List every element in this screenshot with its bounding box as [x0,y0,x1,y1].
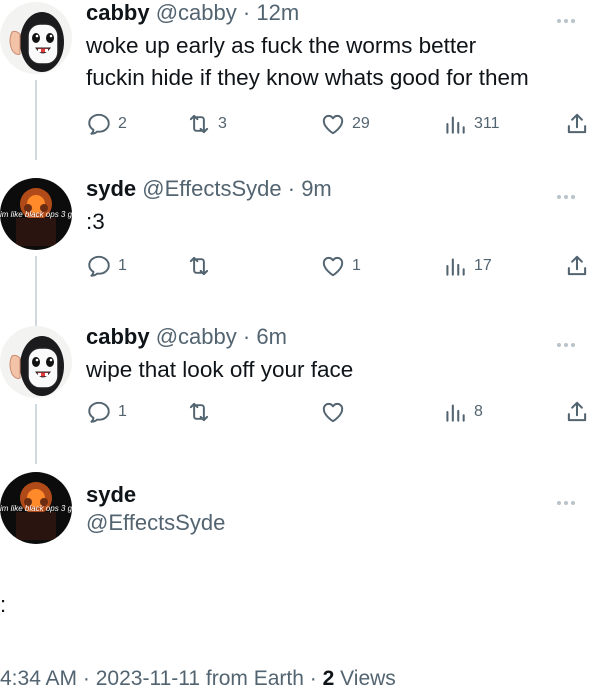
tweet-text-line-2: fuckin hide if they know whats good for … [86,65,529,90]
tweet-actions: 1 8 [86,398,593,426]
share-icon [564,253,590,279]
heart-icon [320,111,346,137]
main-tweet-author: im like black ops 3 guy syde @EffectsSyd… [0,466,593,556]
tweet-text-line-1: woke up early as fuck the worms better [86,33,477,58]
retweet-icon [186,253,212,279]
timestamp-source: from Earth [205,667,304,690]
tweet-text-line-1: :3 [86,209,105,234]
reply-button[interactable]: 2 [86,110,127,138]
views-total: 2 [322,667,335,690]
author-handle[interactable]: @cabby [156,0,237,25]
reply-icon [86,253,112,279]
reply-count: 1 [118,257,127,274]
tweet-actions: 2 3 29 311 [86,110,593,138]
author-handle[interactable]: @cabby [156,324,237,349]
share-button[interactable] [564,252,590,280]
views-bars-icon [442,111,468,137]
reply-icon [86,111,112,137]
thread-line [35,404,37,464]
share-icon [564,111,590,137]
share-button[interactable] [564,398,590,426]
avatar-caption: im like black ops 3 guy [0,210,81,219]
thread-line [35,256,37,326]
reply-button[interactable]: 1 [86,398,127,426]
tweet-timestamp: 4:34 AM · 2023-11-11 from Earth · 2 View… [0,667,396,690]
author-name[interactable]: cabby [86,324,150,349]
thread-line [35,80,37,160]
tweet-text-line-1: wipe that look off your face [86,357,354,382]
separator-dot: · [242,324,251,349]
more-options-icon[interactable] [557,334,583,347]
views-bars-icon [442,253,468,279]
views-count: 8 [474,403,483,420]
retweet-count: 3 [218,115,227,132]
more-options-icon[interactable] [557,492,583,505]
like-button[interactable]: 1 [320,252,361,280]
share-icon [564,399,590,425]
reply-count: 1 [118,403,127,420]
author-handle[interactable]: @EffectsSyde [142,176,281,201]
retweet-button[interactable] [186,398,212,426]
tweet-header: cabby @cabby · 12m [86,0,299,26]
avatar-caption: im like black ops 3 guy [0,504,81,513]
separator-dot: · [287,176,296,201]
tweet-1[interactable]: cabby @cabby · 12m woke up early as fuck… [0,0,593,160]
tweet-2[interactable]: im like black ops 3 guy syde @EffectsSyd… [0,170,593,326]
retweet-icon [186,399,212,425]
retweet-icon [186,111,212,137]
share-button[interactable] [564,110,590,138]
heart-icon [320,253,346,279]
views-count: 17 [474,257,492,274]
separator-dot: · [242,0,251,25]
views-button[interactable]: 311 [442,110,500,138]
heart-icon [320,399,346,425]
author-name[interactable]: syde [86,482,136,508]
tweet-time[interactable]: 6m [256,324,287,349]
cartoon-girl-avatar[interactable] [0,326,72,398]
like-button[interactable]: 29 [320,110,370,138]
timestamp-date[interactable]: 2023-11-11 [96,667,200,690]
tweet-time[interactable]: 12m [256,0,299,25]
more-options-icon[interactable] [557,10,583,23]
views-bars-icon [442,399,468,425]
timestamp-time[interactable]: 4:34 AM [0,667,77,690]
tweet-header: syde @EffectsSyde · 9m [86,176,332,202]
like-button[interactable] [320,398,346,426]
retweet-button[interactable] [186,252,212,280]
author-name[interactable]: syde [86,176,136,201]
more-options-icon[interactable] [557,186,583,199]
tweet-actions: 1 1 17 [86,252,593,280]
reply-count: 2 [118,115,127,132]
main-tweet-text: : [0,592,7,617]
like-count: 29 [352,115,370,132]
views-button[interactable]: 17 [442,252,492,280]
like-count: 1 [352,257,361,274]
views-label: Views [340,667,396,690]
author-name[interactable]: cabby [86,0,150,25]
tweet-time[interactable]: 9m [301,176,332,201]
views-button[interactable]: 8 [442,398,483,426]
retweet-button[interactable]: 3 [186,110,227,138]
reply-button[interactable]: 1 [86,252,127,280]
reply-icon [86,399,112,425]
cartoon-girl-avatar[interactable] [0,2,72,74]
tweet-3[interactable]: cabby @cabby · 6m wipe that look off you… [0,318,593,464]
author-handle[interactable]: @EffectsSyde [86,510,225,536]
views-count: 311 [474,115,500,132]
tweet-header: cabby @cabby · 6m [86,324,287,350]
